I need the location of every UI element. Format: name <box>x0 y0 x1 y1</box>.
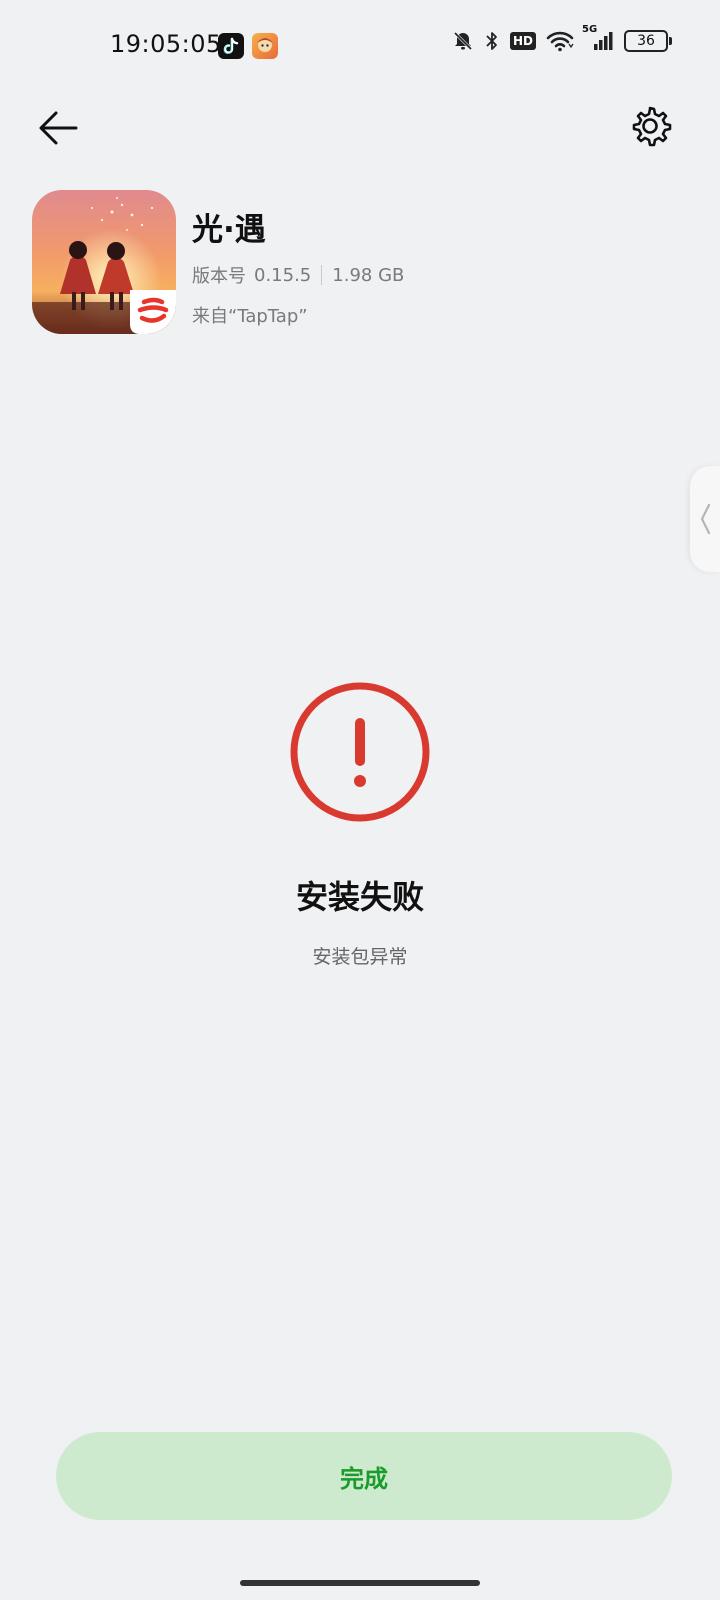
app-name: 光·遇 <box>192 212 266 248</box>
install-result-detail: 安装包异常 <box>312 946 408 968</box>
battery-icon: 36 <box>624 30 672 52</box>
done-button[interactable]: 完成 <box>56 1432 672 1520</box>
settings-button[interactable] <box>622 98 678 154</box>
meta-divider <box>321 265 323 285</box>
app-size: 1.98 GB <box>332 264 405 286</box>
status-bar: 19:05:05 HD 5G 36 <box>0 0 720 92</box>
back-button[interactable] <box>30 100 86 156</box>
side-panel-handle[interactable] <box>690 466 720 572</box>
app-header: 光·遇 版本号 0.15.5 1.98 GB 来自“TapTap” <box>32 190 672 336</box>
gear-icon <box>632 106 672 147</box>
network-type-label: 5G <box>582 24 598 35</box>
chevron-left-icon <box>700 503 711 535</box>
game-app-icon <box>252 33 278 59</box>
app-icon <box>32 190 176 334</box>
arrow-left-icon <box>39 111 78 145</box>
version-value: 0.15.5 <box>254 264 312 286</box>
signal-icon: 5G <box>582 24 614 52</box>
battery-level: 36 <box>637 33 655 49</box>
home-indicator[interactable] <box>240 1580 480 1586</box>
status-icons: HD 5G 36 <box>452 24 672 52</box>
wifi-icon <box>546 30 574 52</box>
bluetooth-icon <box>484 30 500 52</box>
status-time: 19:05:05 <box>110 30 222 58</box>
hd-icon: HD <box>509 32 536 50</box>
tiktok-icon <box>218 33 244 59</box>
app-meta: 版本号 0.15.5 1.98 GB <box>192 262 404 288</box>
version-label: 版本号 <box>192 266 246 287</box>
app-source: 来自“TapTap” <box>192 306 308 327</box>
error-exclamation-icon <box>288 680 432 824</box>
bell-off-icon <box>452 30 474 52</box>
install-result-title: 安装失败 <box>295 878 424 916</box>
